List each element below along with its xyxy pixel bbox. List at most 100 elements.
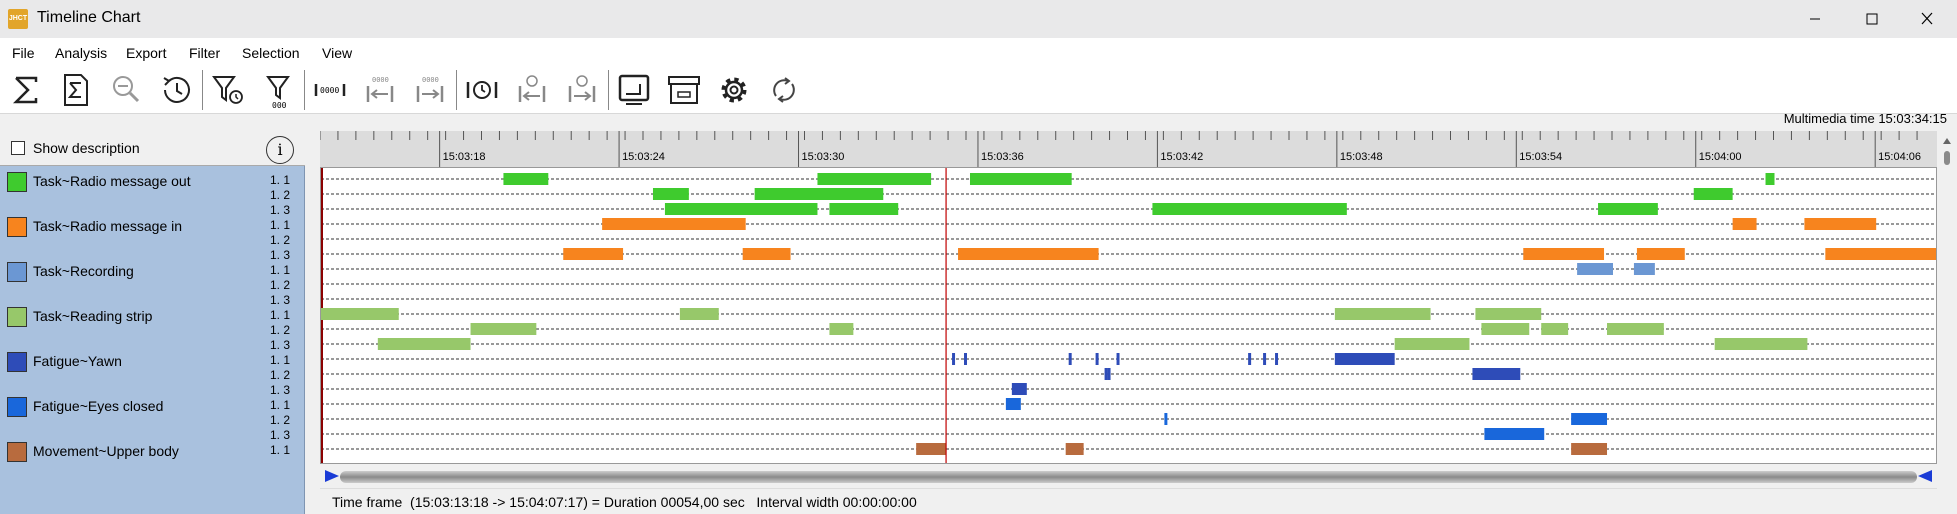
filter-values-button[interactable]: 000 [258, 70, 298, 110]
interval-bar[interactable] [817, 173, 932, 185]
interval-bar[interactable] [1394, 338, 1470, 350]
interval-bar[interactable] [829, 203, 899, 215]
interval-bar[interactable] [1765, 173, 1775, 185]
screen-button[interactable] [614, 70, 654, 110]
interval-bar[interactable] [1475, 308, 1542, 320]
interval-bar[interactable] [1068, 353, 1072, 365]
interval-width-button[interactable]: 0000 [310, 70, 350, 110]
interval-bar[interactable] [958, 248, 1099, 260]
interval-bar[interactable] [652, 188, 689, 200]
group-swatch[interactable] [7, 442, 27, 462]
interval-bar[interactable] [664, 203, 818, 215]
step-forward-button[interactable] [562, 70, 602, 110]
interval-bar[interactable] [1598, 203, 1658, 215]
interval-bar[interactable] [1571, 413, 1608, 425]
interval-bar[interactable] [321, 308, 399, 320]
interval-bar[interactable] [952, 353, 956, 365]
timeline-plot[interactable] [320, 167, 1937, 464]
interval-bar[interactable] [964, 353, 967, 365]
interval-bar[interactable] [1541, 323, 1569, 335]
show-description-checkbox[interactable] [11, 141, 25, 155]
menu-selection[interactable]: Selection [242, 45, 300, 61]
timeline-svg[interactable] [321, 168, 1936, 463]
interval-bar[interactable] [1714, 338, 1808, 350]
group-swatch[interactable] [7, 217, 27, 237]
interval-bar[interactable] [1825, 248, 1936, 260]
scroll-thumb[interactable] [340, 471, 1917, 483]
interval-bar[interactable] [1523, 248, 1605, 260]
interval-bar[interactable] [1481, 323, 1530, 335]
vertical-scroll-thumb[interactable] [1944, 151, 1950, 165]
group-swatch[interactable] [7, 397, 27, 417]
interval-bar[interactable] [1472, 368, 1521, 380]
interval-bar[interactable] [1633, 263, 1655, 275]
group-swatch[interactable] [7, 262, 27, 282]
group-name[interactable]: Fatigue~Eyes closed [33, 398, 163, 414]
interval-bar[interactable] [1011, 383, 1027, 395]
interval-bar[interactable] [1607, 323, 1664, 335]
interval-bar[interactable] [679, 308, 719, 320]
interval-bar[interactable] [1577, 263, 1613, 275]
scroll-up-icon[interactable] [1937, 131, 1957, 151]
interval-bar[interactable] [1095, 353, 1099, 365]
interval-bar[interactable] [969, 173, 1072, 185]
interval-bar[interactable] [377, 338, 471, 350]
interval-bar[interactable] [1248, 353, 1252, 365]
interval-bar[interactable] [1334, 353, 1395, 365]
zoom-out-button[interactable] [106, 70, 146, 110]
sync-time-button[interactable] [462, 70, 502, 110]
interval-bar[interactable] [1804, 218, 1877, 230]
refresh-button[interactable] [764, 70, 804, 110]
interval-bar[interactable] [1263, 353, 1267, 365]
filter-time-button[interactable] [208, 70, 248, 110]
menu-filter[interactable]: Filter [189, 45, 220, 61]
interval-bar[interactable] [742, 248, 791, 260]
maximize-button[interactable] [1843, 0, 1899, 38]
interval-bar[interactable] [1693, 188, 1733, 200]
menu-analysis[interactable]: Analysis [55, 45, 107, 61]
group-name[interactable]: Fatigue~Yawn [33, 353, 122, 369]
menu-view[interactable]: View [322, 45, 352, 61]
interval-bar[interactable] [1107, 368, 1111, 380]
vertical-scrollbar[interactable] [1937, 131, 1957, 514]
group-name[interactable]: Task~Recording [33, 263, 134, 279]
menu-export[interactable]: Export [126, 45, 166, 61]
group-name[interactable]: Task~Reading strip [33, 308, 152, 324]
menu-file[interactable]: File [12, 45, 35, 61]
interval-bar[interactable] [1636, 248, 1685, 260]
history-button[interactable] [156, 70, 196, 110]
interval-bar[interactable] [1334, 308, 1431, 320]
group-name[interactable]: Task~Radio message out [33, 173, 191, 189]
group-swatch[interactable] [7, 307, 27, 327]
archive-button[interactable] [664, 70, 704, 110]
interval-bar[interactable] [563, 248, 624, 260]
jump-back-button[interactable]: 0000 [360, 70, 400, 110]
minimize-button[interactable] [1787, 0, 1843, 38]
interval-bar[interactable] [470, 323, 537, 335]
interval-bar[interactable] [1164, 413, 1168, 425]
group-swatch[interactable] [7, 172, 27, 192]
settings-button[interactable] [714, 70, 754, 110]
interval-bar[interactable] [1116, 353, 1120, 365]
group-name[interactable]: Task~Radio message in [33, 218, 182, 234]
scroll-right-icon[interactable] [1915, 464, 1935, 488]
close-button[interactable] [1899, 0, 1955, 38]
sigma-button[interactable] [6, 70, 46, 110]
interval-bar[interactable] [916, 443, 947, 455]
info-icon[interactable]: i [266, 136, 294, 164]
interval-bar[interactable] [829, 323, 854, 335]
interval-bar[interactable] [1275, 353, 1279, 365]
interval-bar[interactable] [503, 173, 549, 185]
scroll-left-icon[interactable] [322, 464, 342, 488]
group-swatch[interactable] [7, 352, 27, 372]
interval-bar[interactable] [1484, 428, 1545, 440]
horizontal-scrollbar[interactable] [320, 464, 1937, 488]
interval-bar[interactable] [1005, 398, 1021, 410]
group-name[interactable]: Movement~Upper body [33, 443, 179, 459]
step-back-button[interactable] [512, 70, 552, 110]
interval-bar[interactable] [1571, 443, 1608, 455]
interval-bar[interactable] [1065, 443, 1084, 455]
jump-forward-button[interactable]: 0000 [410, 70, 450, 110]
interval-bar[interactable] [754, 188, 884, 200]
interval-bar[interactable] [1104, 368, 1108, 380]
